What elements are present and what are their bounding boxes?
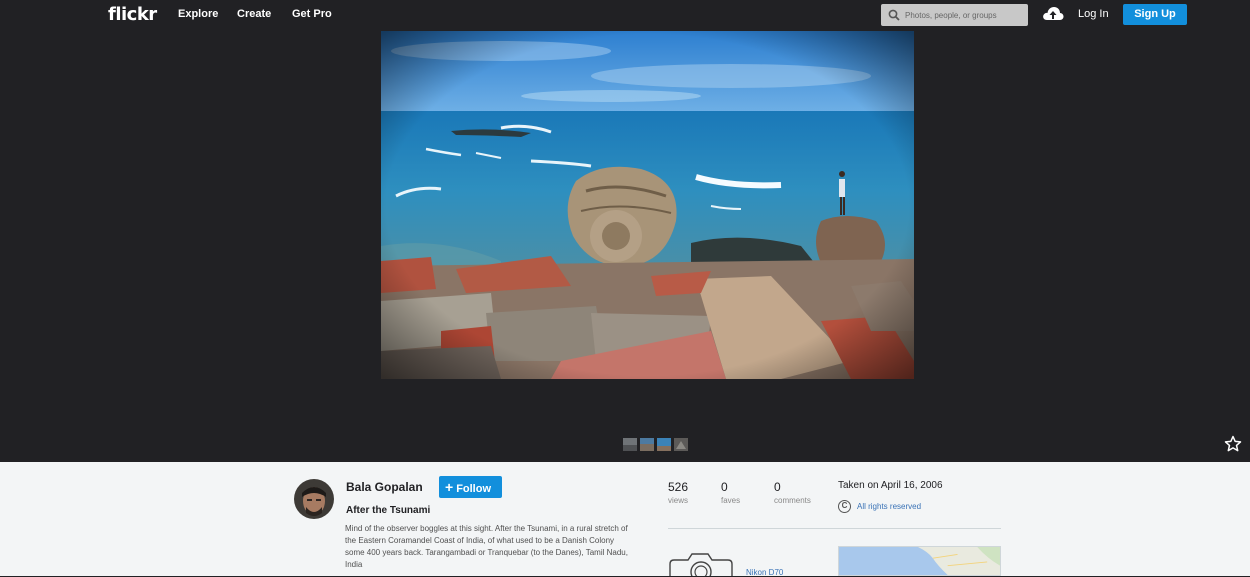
- flickr-logo[interactable]: flickr: [108, 4, 157, 25]
- location-map[interactable]: [838, 546, 1001, 576]
- search-icon: [888, 9, 900, 21]
- login-link[interactable]: Log In: [1078, 8, 1109, 20]
- copyright-icon: C: [838, 500, 851, 514]
- nav-get-pro[interactable]: Get Pro: [292, 8, 332, 20]
- follow-label: Follow: [456, 483, 492, 495]
- divider: [668, 528, 1001, 529]
- faves-stat: 0 faves: [721, 480, 740, 505]
- photo-title: After the Tsunami: [346, 505, 431, 516]
- thumbnail-4[interactable]: [674, 438, 688, 451]
- search-box: [881, 4, 1028, 26]
- owner-avatar[interactable]: [294, 479, 334, 519]
- follow-button[interactable]: + Follow: [439, 476, 502, 498]
- top-bar: flickr Explore Create Get Pro Log In Sig…: [0, 0, 1250, 31]
- star-fave-icon[interactable]: [1224, 435, 1242, 453]
- signup-button[interactable]: Sign Up: [1123, 4, 1187, 25]
- faves-count: 0: [721, 480, 728, 494]
- views-count: 526: [668, 480, 689, 494]
- comments-count: 0: [774, 480, 781, 494]
- taken-date: Taken on April 16, 2006: [838, 480, 943, 491]
- photo-stage: [0, 31, 1250, 462]
- plus-icon: +: [445, 479, 454, 495]
- views-stat: 526 views: [668, 480, 688, 505]
- main-photo[interactable]: [381, 31, 914, 379]
- thumbnail-3[interactable]: [657, 438, 671, 451]
- views-label: views: [668, 496, 689, 505]
- comments-label: comments: [774, 496, 811, 505]
- photo-info-panel: Bala Gopalan + Follow After the Tsunami M…: [0, 462, 1250, 577]
- license-info[interactable]: C All rights reserved: [838, 500, 921, 514]
- thumbnail-1[interactable]: [623, 438, 637, 451]
- license-label: All rights reserved: [857, 502, 922, 511]
- photo-description: Mind of the observer boggles at this sig…: [345, 524, 628, 569]
- camera-icon: [669, 553, 733, 576]
- owner-name-link[interactable]: Bala Gopalan: [346, 480, 423, 494]
- comments-stat: 0 comments: [774, 480, 811, 505]
- nav-create[interactable]: Create: [237, 8, 271, 20]
- thumbnail-2[interactable]: [640, 438, 654, 451]
- nav-explore[interactable]: Explore: [178, 8, 218, 20]
- search-input[interactable]: [905, 6, 1025, 24]
- upload-cloud-icon[interactable]: [1042, 5, 1064, 23]
- faves-label: faves: [721, 496, 741, 505]
